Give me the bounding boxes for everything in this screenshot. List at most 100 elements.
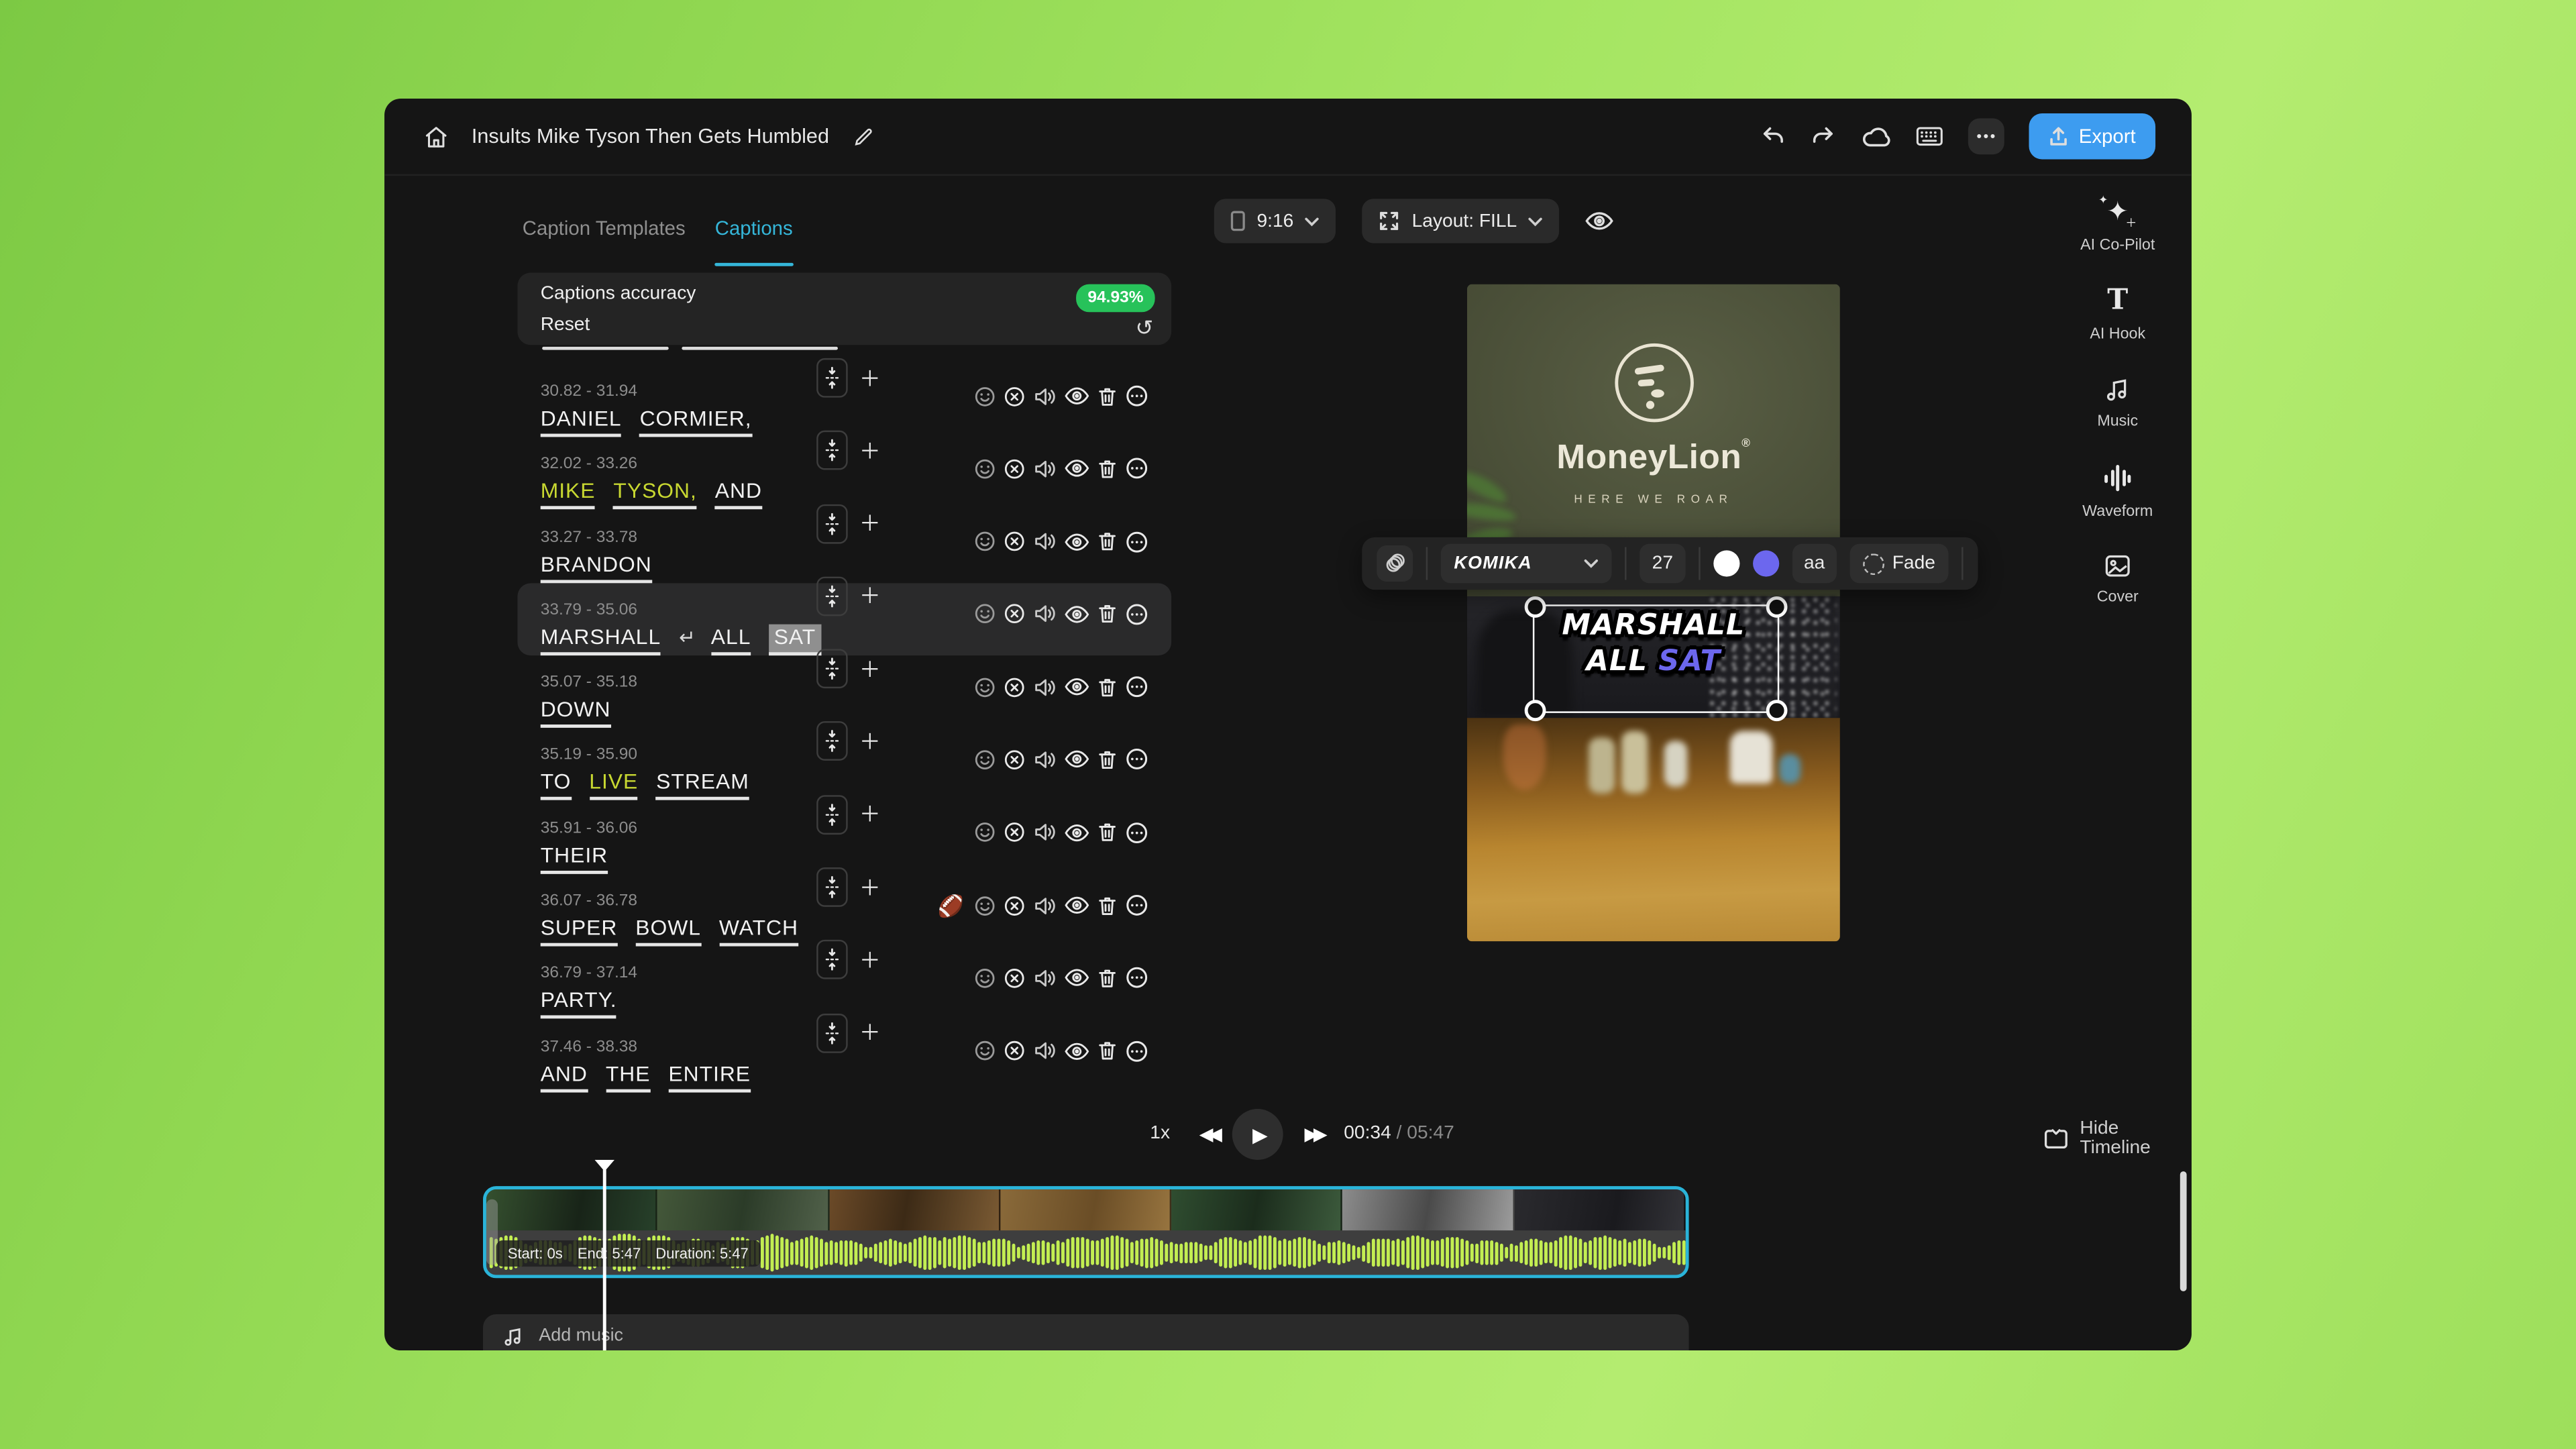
caption-text[interactable]: TOLIVESTREAM [541, 768, 767, 801]
animations-icon[interactable] [1377, 545, 1413, 582]
more-circle-icon[interactable] [1126, 1039, 1148, 1062]
edit-title-icon[interactable] [852, 125, 873, 147]
more-options-button[interactable]: ••• [1969, 118, 2005, 154]
eye-icon[interactable] [1065, 604, 1089, 624]
trash-icon[interactable] [1097, 895, 1117, 916]
volume-icon[interactable] [1033, 822, 1056, 843]
caption-word[interactable]: BRANDON [541, 551, 652, 583]
undo-icon[interactable] [1760, 123, 1786, 150]
layout-dropdown[interactable]: Layout: FILL [1362, 199, 1560, 243]
eye-icon[interactable] [1065, 459, 1089, 478]
trash-icon[interactable] [1097, 967, 1117, 989]
trash-icon[interactable] [1097, 822, 1117, 843]
text-color-swatch[interactable] [1713, 550, 1739, 576]
merge-captions-button[interactable] [816, 867, 848, 907]
letter-case-button[interactable]: aa [1792, 544, 1837, 584]
font-size-field[interactable]: 27 [1640, 544, 1686, 584]
caption-text[interactable]: BRANDON [541, 549, 670, 582]
add-caption-button[interactable]: ＋ [859, 731, 881, 753]
eye-icon[interactable] [1065, 531, 1089, 551]
remove-emoji-icon[interactable] [1004, 385, 1025, 407]
caption-word[interactable]: MIKE [541, 478, 596, 510]
playback-speed-button[interactable]: 1x [1150, 1124, 1170, 1143]
add-caption-button[interactable]: ＋ [859, 658, 881, 680]
caption-word[interactable]: STREAM [656, 769, 749, 801]
eye-icon[interactable] [1065, 750, 1089, 769]
caption-row[interactable]: ＋ 33.27 - 33.78 BRANDON [517, 511, 1171, 583]
add-caption-button[interactable]: ＋ [859, 804, 881, 825]
rewind-button[interactable]: ◀◀ [1199, 1124, 1218, 1145]
add-emoji-icon[interactable] [974, 749, 996, 771]
resize-handle[interactable] [1525, 596, 1546, 618]
caption-row[interactable]: ＋ 36.79 - 37.14 PARTY. [517, 947, 1171, 1020]
highlight-color-swatch[interactable] [1753, 550, 1779, 576]
volume-icon[interactable] [1033, 458, 1056, 480]
sidebar-item-ai-hook[interactable]: T AI Hook [2090, 288, 2145, 343]
more-circle-icon[interactable] [1126, 603, 1148, 626]
caption-text[interactable]: SUPER BOWL WATCH [541, 914, 816, 947]
more-circle-icon[interactable] [1126, 967, 1148, 989]
timeline-scrollbar[interactable] [2180, 1171, 2187, 1291]
caption-text[interactable]: PARTY. [541, 986, 635, 1019]
caption-word[interactable]: AND [715, 478, 762, 510]
redo-icon[interactable] [1811, 123, 1837, 150]
playhead[interactable] [604, 1170, 607, 1350]
caption-text[interactable]: MIKE TYSON, AND [541, 477, 780, 510]
preview-visibility-icon[interactable] [1586, 210, 1614, 231]
add-emoji-icon[interactable] [974, 385, 996, 407]
add-emoji-icon[interactable] [974, 531, 996, 552]
caption-row[interactable]: ＋ 37.46 - 38.38 ANDTHEENTIRE [517, 1020, 1171, 1092]
sidebar-item-cover[interactable]: Cover [2097, 553, 2139, 606]
volume-icon[interactable] [1033, 895, 1056, 916]
sidebar-item-waveform[interactable]: Waveform [2082, 464, 2153, 521]
sidebar-item-ai-copilot[interactable]: ✦✦＋ AI Co-Pilot [2080, 201, 2155, 255]
add-emoji-icon[interactable] [974, 676, 996, 698]
remove-emoji-icon[interactable] [1004, 604, 1025, 625]
timeline-clip[interactable]: Start: 0s End: 5:47 Duration: 5:47 [483, 1186, 1689, 1278]
caption-row[interactable]: ＋ 35.07 - 35.18 DOWN [517, 656, 1171, 729]
add-caption-button[interactable]: ＋ [859, 949, 881, 971]
remove-emoji-icon[interactable] [1004, 1040, 1025, 1062]
trash-icon[interactable] [1097, 531, 1117, 552]
add-emoji-icon[interactable] [974, 822, 996, 843]
remove-emoji-icon[interactable] [1004, 895, 1025, 916]
home-icon[interactable] [424, 124, 449, 149]
volume-icon[interactable] [1033, 531, 1056, 552]
tab-caption-templates[interactable]: Caption Templates [523, 217, 686, 254]
caption-word[interactable]: SUPER [541, 915, 618, 947]
caption-row[interactable]: ＋ 32.02 - 33.26 MIKETYSON,AND [517, 437, 1171, 510]
caption-word[interactable]: CORMIER, [640, 406, 752, 437]
keyboard-shortcuts-icon[interactable] [1916, 125, 1944, 148]
font-family-dropdown[interactable]: KOMIKA [1441, 544, 1612, 584]
refresh-icon[interactable]: ↺ [1135, 317, 1153, 339]
more-circle-icon[interactable] [1126, 821, 1148, 844]
aspect-ratio-dropdown[interactable]: 9:16 [1214, 199, 1336, 243]
caption-word[interactable]: BOWL [635, 915, 701, 947]
caption-word[interactable]: MARSHALL [541, 624, 661, 655]
caption-text[interactable]: DANIELCORMIER, [541, 404, 770, 437]
trash-icon[interactable] [1097, 1040, 1117, 1062]
hide-timeline-button[interactable]: Hide Timeline [2044, 1119, 2192, 1159]
eye-icon[interactable] [1065, 386, 1089, 406]
caption-row[interactable]: ＋ 33.79 - 35.06 MARSHALL↵ALLSAT [517, 583, 1171, 655]
caption-text[interactable]: ANDTHEENTIRE [541, 1059, 769, 1092]
resize-handle[interactable] [1766, 700, 1788, 721]
caption-word[interactable]: THEIR [541, 843, 608, 874]
caption-word[interactable]: WATCH [719, 915, 798, 947]
trash-icon[interactable] [1097, 458, 1117, 480]
caption-word[interactable]: TYSON, [613, 478, 696, 510]
fade-animation-button[interactable]: Fade [1849, 544, 1948, 584]
merge-captions-button[interactable] [816, 649, 848, 689]
caption-word[interactable]: AND [541, 1061, 588, 1092]
caption-word[interactable]: SAT [769, 624, 820, 655]
remove-emoji-icon[interactable] [1004, 967, 1025, 989]
play-button[interactable]: ▶ [1232, 1109, 1283, 1160]
remove-emoji-icon[interactable] [1004, 458, 1025, 480]
add-caption-button[interactable]: ＋ [859, 586, 881, 607]
merge-captions-button[interactable] [816, 941, 848, 980]
forward-button[interactable]: ▶▶ [1304, 1124, 1322, 1145]
caption-text[interactable]: MARSHALL↵ALLSAT [541, 623, 839, 655]
caption-row[interactable]: ＋ 35.19 - 35.90 TOLIVESTREAM [517, 729, 1171, 801]
more-circle-icon[interactable] [1126, 530, 1148, 553]
remove-emoji-icon[interactable] [1004, 822, 1025, 843]
